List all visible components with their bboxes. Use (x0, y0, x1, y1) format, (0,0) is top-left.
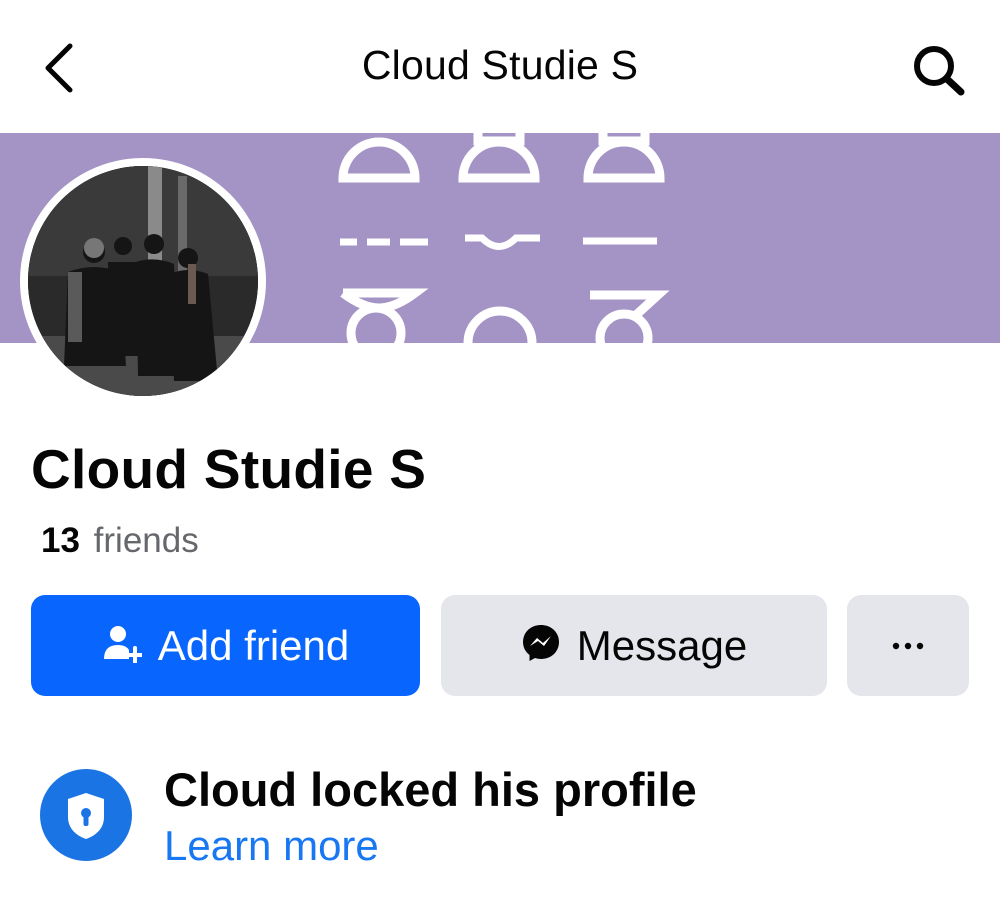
page-title: Cloud Studie S (361, 42, 639, 88)
profile-name: Cloud Studie S (31, 438, 427, 500)
learn-more-link[interactable]: Learn more (164, 822, 379, 870)
avatar (28, 166, 258, 396)
locked-profile-title: Cloud locked his profile (164, 763, 697, 816)
more-icon (892, 642, 924, 649)
search-button[interactable] (905, 40, 971, 100)
profile-avatar[interactable] (20, 158, 266, 404)
messenger-icon (521, 623, 561, 668)
add-friend-label: Add friend (157, 621, 350, 669)
friends-label: friends (93, 521, 199, 560)
message-label: Message (576, 621, 748, 669)
search-icon (914, 46, 965, 96)
message-button[interactable]: Message (441, 595, 827, 696)
friends-count: 13 (41, 521, 80, 560)
add-person-icon (102, 623, 144, 668)
add-friend-button[interactable]: Add friend (31, 595, 420, 696)
top-navigation-bar: Cloud Studie S (0, 0, 1000, 133)
shield-lock-icon (40, 769, 132, 861)
more-options-button[interactable] (847, 595, 969, 696)
avatar-photo (28, 166, 258, 396)
friends-count-line[interactable]: 13 friends (41, 521, 199, 561)
